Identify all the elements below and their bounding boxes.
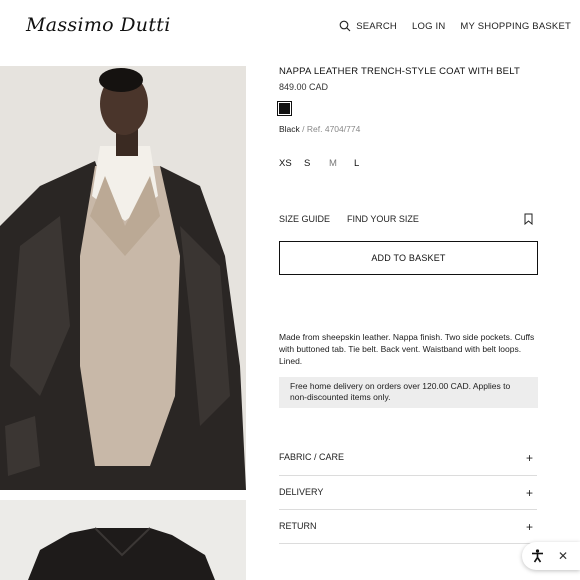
divider [279,509,537,510]
model-illustration [0,66,246,490]
product-price: 849.00 CAD [279,82,329,92]
color-name: Black [279,124,300,134]
expand-icon: + [525,486,533,500]
accordion-label: DELIVERY [279,487,324,497]
size-option[interactable]: S [304,158,329,169]
login-label: LOG IN [412,20,446,32]
accordion-label: FABRIC / CARE [279,452,345,462]
add-to-basket-button[interactable]: ADD TO BASKET [279,241,538,275]
divider [279,475,537,476]
find-your-size-link[interactable]: FIND YOUR SIZE [347,214,419,224]
expand-icon: + [525,451,533,465]
delivery-notice: Free home delivery on orders over 120.00… [279,377,538,408]
product-photo-main[interactable] [0,66,246,490]
brand-logo[interactable]: Massimo Dutti [26,14,171,36]
divider [279,543,537,544]
accessibility-icon[interactable] [531,549,544,563]
ref-separator: / [299,124,307,134]
product-reference: Ref. 4704/774 [306,124,361,134]
bookmark-icon[interactable] [524,213,533,225]
accordion-return[interactable]: RETURN + [279,520,537,534]
product-description: Made from sheepskin leather. Nappa finis… [279,332,535,366]
accordion-delivery[interactable]: DELIVERY + [279,486,537,500]
expand-icon: + [525,520,533,534]
accordion-label: RETURN [279,521,317,531]
search-icon [339,20,351,32]
accordion-fabric-care[interactable]: FABRIC / CARE + [279,451,537,465]
login-link[interactable]: LOG IN [412,21,445,32]
basket-label: MY SHOPPING BASKET [460,20,571,32]
close-icon[interactable]: ✕ [558,549,568,563]
product-title: NAPPA LEATHER TRENCH-STYLE COAT WITH BEL… [279,66,520,77]
header-nav: SEARCH LOG IN MY SHOPPING BASKET [324,20,571,32]
accessibility-widget: ✕ [522,542,580,570]
size-guide-row: SIZE GUIDE FIND YOUR SIZE [279,213,537,225]
size-selector: XS S M L [279,158,379,169]
product-photo-secondary[interactable] [0,500,246,580]
site-header: Massimo Dutti SEARCH LOG IN MY SHOPPING … [0,0,580,56]
color-swatch-black[interactable] [277,101,292,116]
color-ref-row: Black / Ref. 4704/774 [279,124,360,134]
search-label: SEARCH [356,20,397,32]
coat-illustration [0,500,246,580]
size-option[interactable]: M [329,158,354,169]
shopping-basket-link[interactable]: MY SHOPPING BASKET [460,21,571,32]
size-option[interactable]: L [354,158,379,169]
size-option[interactable]: XS [279,158,304,169]
size-guide-link[interactable]: SIZE GUIDE [279,214,330,224]
search-link[interactable]: SEARCH [339,20,397,32]
